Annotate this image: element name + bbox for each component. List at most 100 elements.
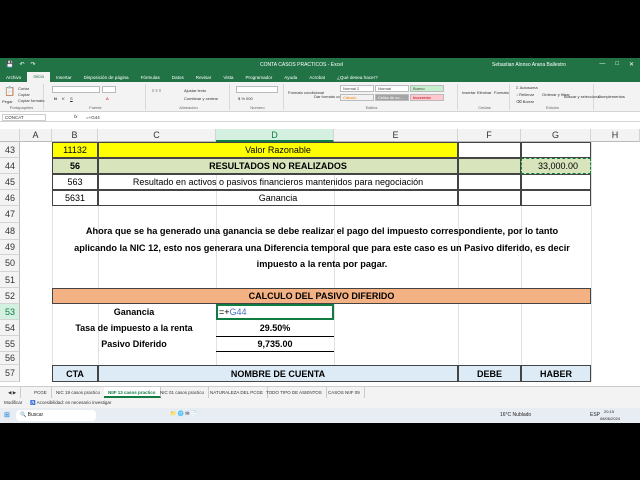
- merge-center-button[interactable]: Combinar y centrar: [184, 96, 218, 101]
- tell-me-search[interactable]: ¿Qué desea hacer?: [331, 75, 384, 80]
- sheet-tab-asientos[interactable]: TODO TIPO DE ASIENTOS: [262, 387, 327, 398]
- col-header-b[interactable]: B: [52, 129, 98, 142]
- tab-nav-icon[interactable]: ◀ ▶: [4, 387, 22, 398]
- col-header-a[interactable]: A: [20, 129, 52, 142]
- bold-icon[interactable]: N: [54, 96, 57, 101]
- cut-button[interactable]: Cortar: [18, 86, 29, 91]
- align-icons[interactable]: ≡ ≡ ≡: [152, 88, 161, 93]
- header-haber[interactable]: HABER: [521, 365, 591, 382]
- row-header[interactable]: 53: [0, 304, 20, 320]
- tab-insertar[interactable]: Insertar: [50, 75, 78, 80]
- cell-g44[interactable]: 33,000.00: [521, 158, 591, 174]
- close-icon[interactable]: ✕: [629, 61, 634, 68]
- sheet-tab-niif09[interactable]: CASOS NIIF 09: [324, 387, 365, 398]
- wrap-text-button[interactable]: Ajustar texto: [184, 88, 206, 93]
- paste-icon[interactable]: 📋: [4, 86, 15, 97]
- col-header-g[interactable]: G: [521, 129, 591, 142]
- cell-b43[interactable]: 11132: [52, 142, 98, 158]
- clock-date[interactable]: 08/06/2024: [600, 416, 620, 421]
- language[interactable]: ESP: [590, 412, 600, 418]
- weather[interactable]: 16°C Nublado: [500, 412, 531, 418]
- cell-c46[interactable]: Ganancia: [98, 190, 458, 206]
- row-header[interactable]: 51: [0, 272, 20, 288]
- minimize-icon[interactable]: —: [599, 61, 605, 68]
- number-format-select[interactable]: [236, 86, 278, 93]
- cell-b44[interactable]: 56: [52, 158, 98, 174]
- fill-button[interactable]: ↓ Rellenar: [516, 92, 534, 97]
- col-header-c[interactable]: C: [98, 129, 216, 142]
- fx-icon[interactable]: fx: [74, 114, 78, 119]
- tab-inicio[interactable]: Inicio: [27, 72, 51, 82]
- user-name[interactable]: Sebastian Alonso Arana Ballestro: [492, 62, 566, 68]
- cell-b46[interactable]: 5631: [52, 190, 98, 206]
- header-cta[interactable]: CTA: [52, 365, 98, 382]
- tab-formulas[interactable]: Fórmulas: [135, 75, 166, 80]
- taskbar-search[interactable]: 🔍 Buscar: [16, 410, 96, 421]
- italic-icon[interactable]: K: [62, 96, 65, 101]
- currency-icon[interactable]: $ % 000: [238, 96, 253, 101]
- col-header-e[interactable]: E: [334, 129, 458, 142]
- formula-input[interactable]: =+G44: [86, 114, 100, 121]
- name-box[interactable]: CONCAT: [2, 114, 46, 121]
- style-celda[interactable]: Celda de co...: [375, 94, 409, 101]
- font-color-icon[interactable]: A: [106, 96, 109, 101]
- tab-datos[interactable]: Datos: [166, 75, 190, 80]
- header-debe[interactable]: DEBE: [458, 365, 521, 382]
- row-header[interactable]: 49: [0, 240, 20, 255]
- style-normal[interactable]: Normal: [375, 85, 409, 92]
- row-header[interactable]: 44: [0, 158, 20, 174]
- redo-icon[interactable]: ↷: [31, 61, 36, 68]
- copy-button[interactable]: Copiar: [18, 92, 30, 97]
- format-cells-button[interactable]: Formato: [494, 90, 509, 95]
- row-header[interactable]: 48: [0, 223, 20, 240]
- sheet-tab-niif13[interactable]: NIIF 13 casos practico: [104, 387, 161, 398]
- row-header[interactable]: 46: [0, 190, 20, 206]
- sheet-tab-nic19[interactable]: NIC 19 casos practico: [52, 387, 106, 398]
- sheet-tab-naturaleza[interactable]: NATURALEZA DEL PCGE: [206, 387, 269, 398]
- cell-g46[interactable]: [521, 190, 591, 206]
- calc-title[interactable]: CALCULO DEL PASIVO DIFERIDO: [52, 288, 591, 304]
- undo-icon[interactable]: ↶: [19, 61, 24, 68]
- style-bueno[interactable]: Bueno: [410, 85, 444, 92]
- row-header[interactable]: 47: [0, 206, 20, 223]
- row-header[interactable]: 45: [0, 174, 20, 190]
- cell-d55[interactable]: 9,735.00: [216, 336, 334, 352]
- tab-disposicion[interactable]: Disposición de página: [78, 75, 135, 80]
- cell-f44[interactable]: [458, 158, 521, 174]
- header-nombre[interactable]: NOMBRE DE CUENTA: [98, 365, 458, 382]
- style-normal2[interactable]: Normal 2: [340, 85, 374, 92]
- autosum-button[interactable]: Σ Autosuma: [516, 85, 538, 90]
- row-header[interactable]: 57: [0, 365, 20, 382]
- maximize-icon[interactable]: □: [615, 61, 619, 68]
- cell-c43[interactable]: Valor Razonable: [98, 142, 458, 158]
- clear-button[interactable]: ⌫ Borrar: [516, 99, 534, 104]
- tab-ayuda[interactable]: Ayuda: [278, 75, 303, 80]
- row-header[interactable]: 56: [0, 352, 20, 365]
- windows-start-icon[interactable]: ⊞: [4, 411, 10, 419]
- tab-vista[interactable]: Vista: [217, 75, 239, 80]
- col-header-d[interactable]: D: [216, 129, 334, 142]
- style-incorrecto[interactable]: Incorrecto: [410, 94, 444, 101]
- font-name-select[interactable]: [52, 86, 100, 93]
- cell-g45[interactable]: [521, 174, 591, 190]
- row-header[interactable]: 50: [0, 255, 20, 272]
- cell-f43[interactable]: [458, 142, 521, 158]
- taskbar-apps[interactable]: 📁 🌐 ✉ 📄: [170, 411, 197, 417]
- delete-cells-button[interactable]: Eliminar: [477, 90, 491, 95]
- row-header[interactable]: 54: [0, 320, 20, 336]
- style-calculo[interactable]: Cálculo: [340, 94, 374, 101]
- col-header-f[interactable]: F: [458, 129, 521, 142]
- tab-archivo[interactable]: Archivo: [0, 75, 27, 80]
- row-header[interactable]: 43: [0, 142, 20, 158]
- font-size-select[interactable]: [102, 86, 116, 93]
- active-cell-d53[interactable]: =+ G44: [216, 304, 334, 320]
- accessibility-status[interactable]: ♿ Accesibilidad: es necesario investigar: [30, 400, 111, 406]
- insert-cells-button[interactable]: Insertar: [462, 90, 476, 95]
- tab-programador[interactable]: Programador: [239, 75, 278, 80]
- clock-time[interactable]: 20:15: [604, 409, 614, 414]
- row-header[interactable]: 55: [0, 336, 20, 352]
- row-header[interactable]: 52: [0, 288, 20, 304]
- underline-icon[interactable]: S: [70, 96, 73, 101]
- cell-b45[interactable]: 563: [52, 174, 98, 190]
- sheet-tab-nic01[interactable]: NIC 01 casos practico: [156, 387, 210, 398]
